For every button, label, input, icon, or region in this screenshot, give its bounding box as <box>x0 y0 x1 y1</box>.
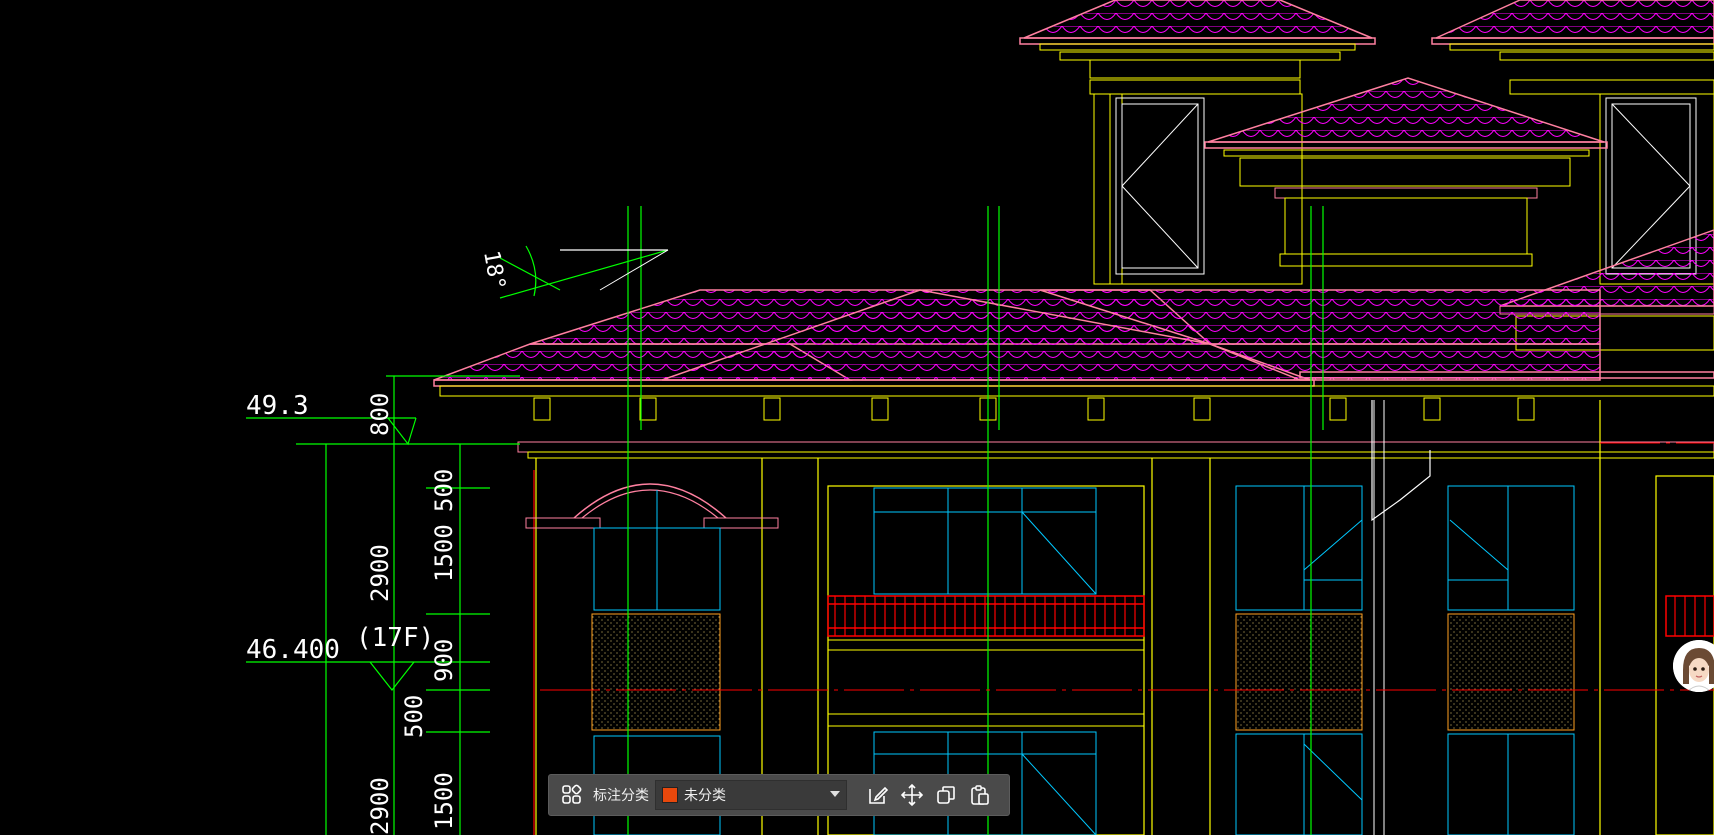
dim-col1-1: 2900 <box>366 544 394 602</box>
category-select[interactable]: 未分类 <box>655 780 847 810</box>
edit-button[interactable] <box>861 778 895 812</box>
roof-cupola-right <box>1431 0 1714 95</box>
dim-col2-2: 900 <box>430 639 458 682</box>
annotation-toolbar: 标注分类 未分类 <box>548 774 1010 816</box>
category-grid-icon[interactable] <box>555 778 589 812</box>
dim-col1-3: 2900 <box>366 777 394 835</box>
paste-icon <box>971 785 989 805</box>
angle-label: 18° <box>478 249 510 292</box>
dim-col1-0: 800 <box>366 393 394 436</box>
dim-col2-0: 500 <box>430 469 458 512</box>
cad-drawing-canvas[interactable]: 49.3 46.400 (17F) 18° 800 2900 500 2900 … <box>0 0 1714 835</box>
roof-cupola-center <box>1204 77 1608 267</box>
roof-main <box>433 289 1714 459</box>
chevron-down-icon <box>830 791 840 797</box>
elevation-top-label: 49.3 <box>246 391 309 421</box>
category-select-value: 未分类 <box>684 788 726 804</box>
floor-label: (17F) <box>356 623 434 653</box>
edit-icon <box>869 786 889 804</box>
dimension-texts: 49.3 46.400 (17F) 18° 800 2900 500 2900 … <box>246 249 510 835</box>
paste-button[interactable] <box>963 778 997 812</box>
dim-col2-1: 1500 <box>430 524 458 582</box>
copy-button[interactable] <box>929 778 963 812</box>
copy-icon <box>937 786 955 804</box>
category-color-swatch <box>662 787 678 803</box>
elevation-floor-label: 46.400 <box>246 635 340 665</box>
move-button[interactable] <box>895 778 929 812</box>
roof-cupola-left <box>1019 0 1376 95</box>
dim-col1-2: 500 <box>400 695 428 738</box>
move-icon <box>900 783 924 807</box>
dim-col2-4: 1500 <box>430 772 458 830</box>
right-windows <box>1235 485 1575 835</box>
cad-drawing: 49.3 46.400 (17F) 18° 800 2900 500 2900 … <box>246 0 1714 835</box>
category-label: 标注分类 <box>593 788 649 804</box>
